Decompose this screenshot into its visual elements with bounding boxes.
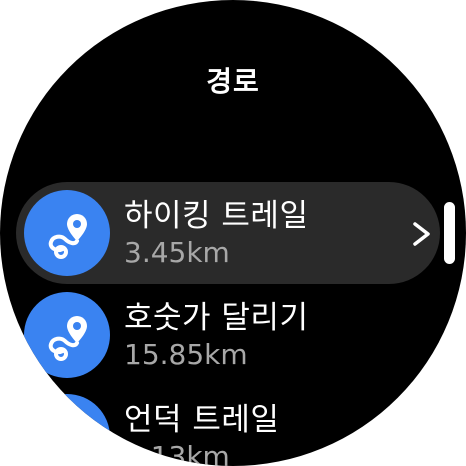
route-item-hill-trail[interactable]: 언덕 트레일 5.13km — [16, 386, 376, 466]
route-name: 하이킹 트레일 — [124, 198, 309, 234]
page-title: 경로 — [206, 65, 260, 98]
watch-screen: 경로 하이킹 트레일 3.45km 호숫가 달리기 15.85km 언덕 트레일… — [0, 0, 466, 466]
route-item-hiking-trail[interactable]: 하이킹 트레일 3.45km — [16, 182, 440, 284]
chevron-right-icon — [410, 220, 434, 248]
route-name: 언덕 트레일 — [124, 402, 280, 438]
route-distance: 3.45km — [124, 236, 230, 269]
route-icon — [24, 394, 110, 466]
route-distance: 15.85km — [124, 338, 248, 371]
route-icon — [24, 190, 110, 276]
route-name: 호숫가 달리기 — [124, 300, 309, 336]
route-icon — [24, 292, 110, 378]
scrollbar-thumb[interactable] — [444, 202, 455, 264]
route-distance: 5.13km — [124, 440, 230, 466]
route-item-lakeside-run[interactable]: 호숫가 달리기 15.85km — [16, 284, 376, 386]
